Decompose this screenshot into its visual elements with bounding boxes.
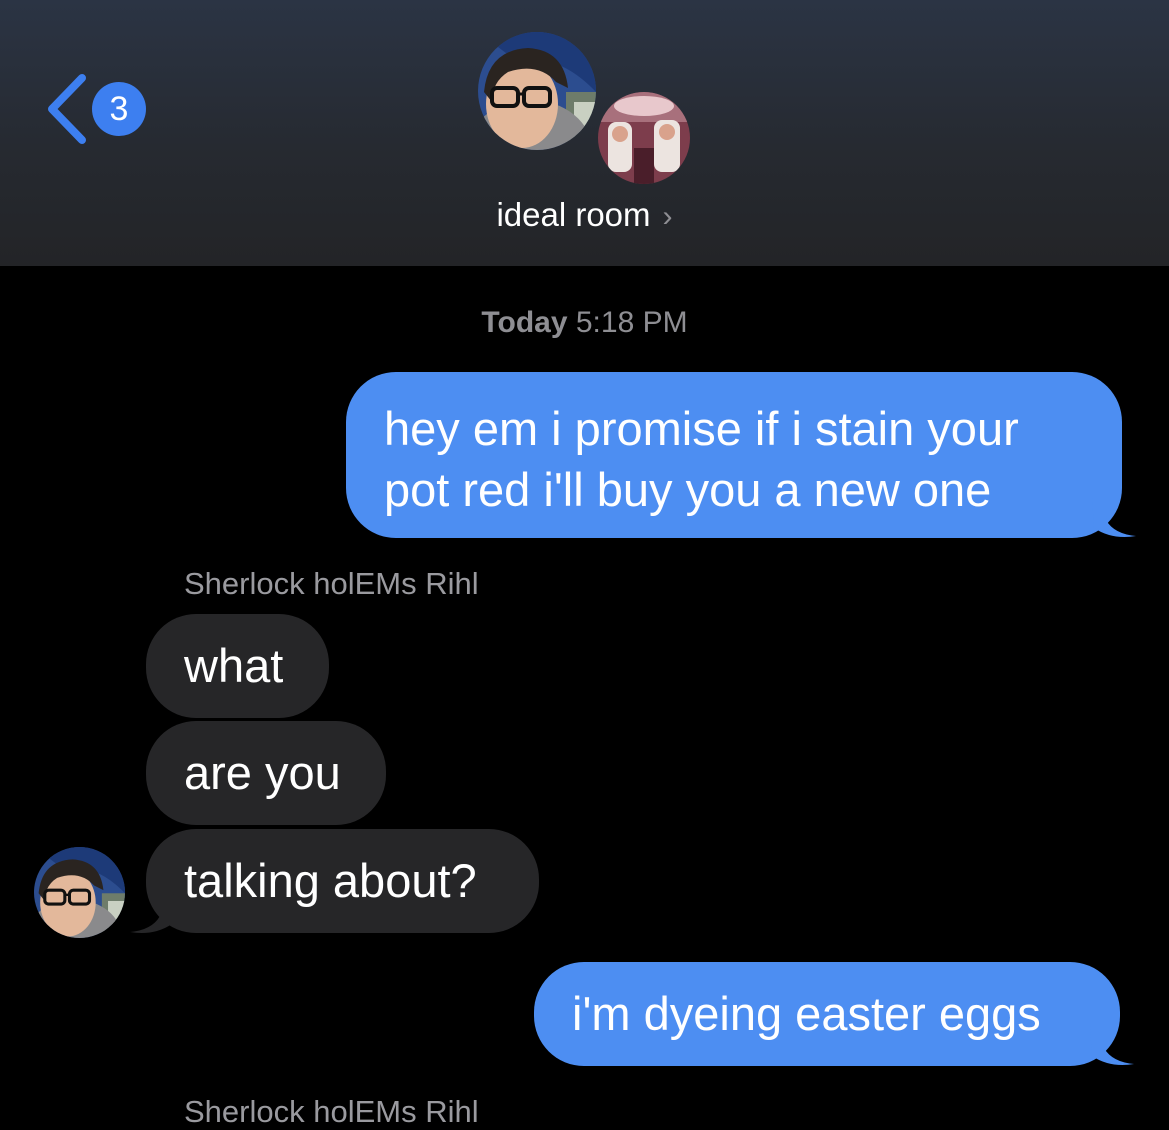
title-chevron-icon: › [662, 200, 673, 233]
message-text: what [184, 639, 284, 692]
message-text: i'm dyeing easter eggs [572, 987, 1041, 1040]
back-chevron-icon [48, 74, 86, 144]
sent-bubble-tail [1092, 498, 1136, 537]
received-message-bubble[interactable]: are you [146, 721, 386, 825]
sent-message-bubble[interactable]: hey em i promise if i stain your pot red… [346, 372, 1122, 538]
message-text: hey em i promise if i stain your pot red… [384, 402, 1019, 516]
unread-count-badge: 3 [92, 82, 146, 136]
conversation-title[interactable]: ideal room › [0, 196, 1169, 234]
message-timestamp: Today 5:18 PM [0, 306, 1169, 340]
sender-name: Sherlock holEMs Rihl [184, 566, 479, 601]
received-message-bubble[interactable]: talking about? [146, 829, 539, 933]
timestamp-day: Today [481, 306, 568, 339]
sent-bubble-tail [1090, 1026, 1134, 1065]
back-button[interactable]: 3 [44, 74, 154, 144]
received-message-bubble[interactable]: what [146, 614, 329, 718]
group-avatar-primary[interactable] [478, 32, 596, 150]
group-avatar-secondary[interactable] [598, 92, 690, 184]
timestamp-time: 5:18 PM [575, 306, 688, 339]
message-text: talking about? [184, 854, 477, 907]
message-text: are you [184, 746, 341, 799]
conversation-header: 3 ideal room › [0, 0, 1169, 266]
sender-name: Sherlock holEMs Rihl [184, 1094, 479, 1129]
received-bubble-tail [130, 894, 174, 933]
sent-message-bubble[interactable]: i'm dyeing easter eggs [534, 962, 1120, 1066]
conversation-title-label: ideal room [496, 196, 651, 233]
sender-avatar[interactable] [34, 847, 125, 938]
